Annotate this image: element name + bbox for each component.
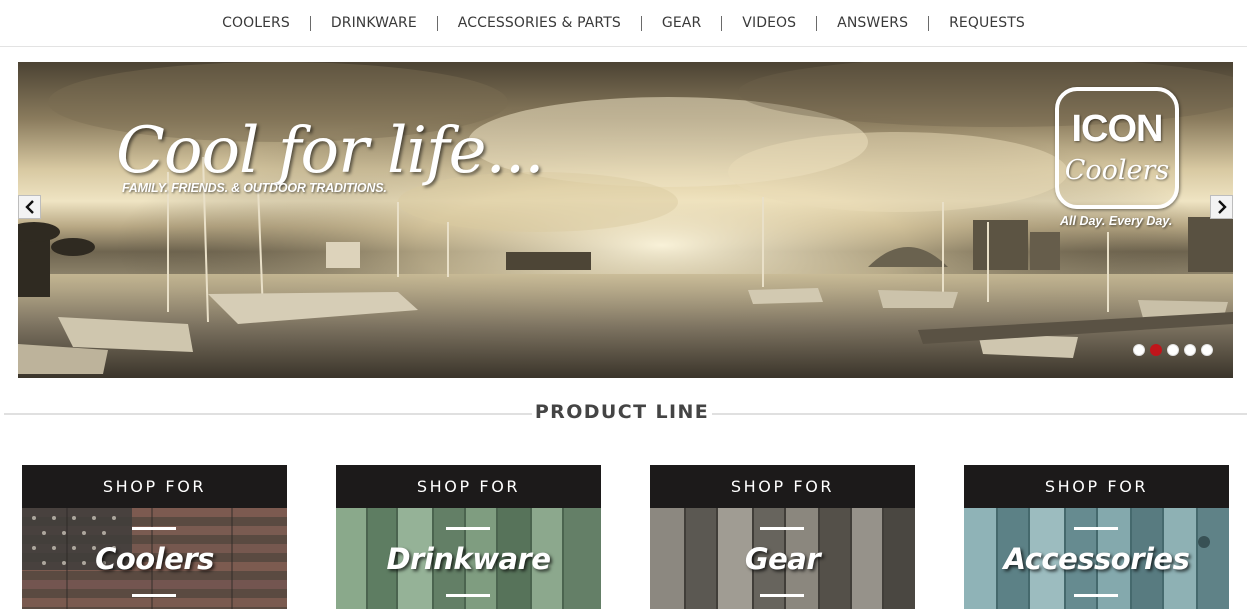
skyline-building xyxy=(1030,232,1060,270)
nav-item-drinkware: DRINKWARE xyxy=(311,15,437,31)
card-image: Gear xyxy=(650,508,915,609)
nav-item-answers: ANSWERS xyxy=(817,15,928,31)
nav-item-videos: VIDEOS xyxy=(722,15,816,31)
card-image: Coolers xyxy=(22,508,287,609)
card-heading: SHOP FOR xyxy=(964,465,1229,508)
chevron-right-icon xyxy=(1217,200,1227,214)
card-rule-top xyxy=(446,527,490,530)
product-line-heading: PRODUCT LINE xyxy=(534,401,710,423)
card-heading: SHOP FOR xyxy=(22,465,287,508)
section-divider-left xyxy=(4,413,532,415)
logo-coolers-text: Coolers xyxy=(1064,155,1170,187)
skyline-building xyxy=(973,220,1028,270)
slider-dot-4[interactable] xyxy=(1184,344,1196,356)
card-rule-top xyxy=(760,527,804,530)
cloud xyxy=(728,132,1068,212)
hero-slider[interactable]: Cool for life... FAMILY. FRIENDS. & OUTD… xyxy=(18,62,1233,378)
chevron-left-icon xyxy=(24,200,34,214)
pavilion xyxy=(506,252,591,270)
shop-drinkware-card[interactable]: SHOP FOR Drinkware xyxy=(336,465,601,609)
card-label: Drinkware xyxy=(386,542,551,576)
shop-gear-card[interactable]: SHOP FOR Gear xyxy=(650,465,915,609)
nav-link-drinkware[interactable]: DRINKWARE xyxy=(311,15,437,31)
card-label: Accessories xyxy=(1003,542,1190,576)
logo-icon-text: ICON xyxy=(1071,108,1164,151)
slider-dot-5[interactable] xyxy=(1201,344,1213,356)
card-image: Accessories xyxy=(964,508,1229,609)
nav-list: COOLERS DRINKWARE ACCESSORIES & PARTS GE… xyxy=(202,15,1045,31)
logo-tagline: All Day. Every Day. xyxy=(1060,214,1173,228)
main-navigation: COOLERS DRINKWARE ACCESSORIES & PARTS GE… xyxy=(0,0,1247,47)
nav-item-requests: REQUESTS xyxy=(929,15,1045,31)
shop-accessories-card[interactable]: SHOP FOR Accessories xyxy=(964,465,1229,609)
section-divider-right xyxy=(712,413,1247,415)
nav-link-accessories-parts[interactable]: ACCESSORIES & PARTS xyxy=(438,15,641,31)
nav-link-requests[interactable]: REQUESTS xyxy=(929,15,1045,31)
nav-link-gear[interactable]: GEAR xyxy=(642,15,721,31)
slider-dot-2[interactable] xyxy=(1150,344,1162,356)
slider-dot-1[interactable] xyxy=(1133,344,1145,356)
marina-photo xyxy=(18,62,1233,378)
nav-link-videos[interactable]: VIDEOS xyxy=(722,15,816,31)
nav-link-coolers[interactable]: COOLERS xyxy=(202,15,310,31)
yacht-hull xyxy=(878,290,958,308)
card-image: Drinkware xyxy=(336,508,601,609)
skyline-building xyxy=(1188,217,1233,272)
nav-item-gear: GEAR xyxy=(642,15,721,31)
card-label: Coolers xyxy=(95,542,214,576)
nav-item-coolers: COOLERS xyxy=(202,15,310,31)
card-rule-bottom xyxy=(132,594,176,597)
card-rule-bottom xyxy=(1074,594,1118,597)
slider-next-button[interactable] xyxy=(1210,195,1233,219)
shop-coolers-card[interactable]: SHOP FOR Coolers xyxy=(22,465,287,609)
cruise-ship xyxy=(326,242,360,268)
card-rule-bottom xyxy=(446,594,490,597)
hero-headline: Cool for life... xyxy=(116,114,545,188)
card-heading: SHOP FOR xyxy=(650,465,915,508)
slider-pagination xyxy=(1133,344,1213,356)
yacht-hull xyxy=(748,288,823,304)
card-rule-top xyxy=(132,527,176,530)
slider-prev-button[interactable] xyxy=(18,195,41,219)
icon-coolers-logo: ICON Coolers xyxy=(1055,87,1179,209)
card-heading: SHOP FOR xyxy=(336,465,601,508)
hero-subline: FAMILY. FRIENDS. & OUTDOOR TRADITIONS. xyxy=(122,181,387,195)
card-rule-bottom xyxy=(760,594,804,597)
card-label: Gear xyxy=(744,542,821,576)
card-rule-top xyxy=(1074,527,1118,530)
nav-link-answers[interactable]: ANSWERS xyxy=(817,15,928,31)
slider-dot-3[interactable] xyxy=(1167,344,1179,356)
nav-item-accessories-parts: ACCESSORIES & PARTS xyxy=(438,15,641,31)
